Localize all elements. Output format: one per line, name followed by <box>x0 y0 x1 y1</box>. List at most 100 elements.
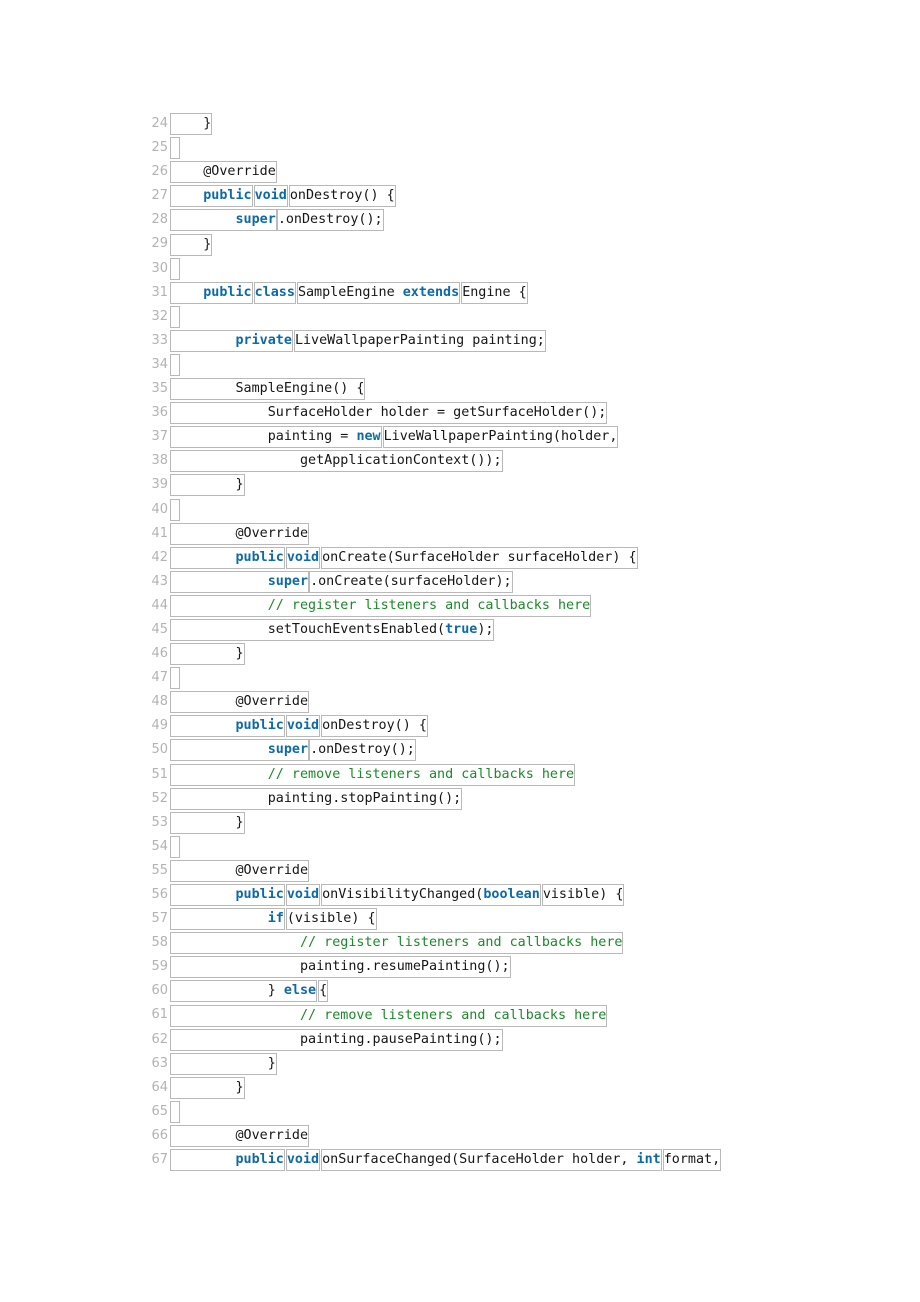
code-line: 25 <box>140 136 880 160</box>
document-page: 24 } 25 26 @Override 27 public void onDestro… <box>0 0 920 1302</box>
line-tokens: @Override <box>170 691 310 714</box>
code-token-text: onDestroy() { <box>289 188 395 204</box>
code-token-text: (visible) { <box>286 911 376 927</box>
line-tokens: setTouchEventsEnabled(true); <box>170 619 495 642</box>
code-token-box: // register listeners and callbacks here <box>170 594 592 617</box>
line-tokens: public void onCreate(SurfaceHolder surface… <box>170 546 638 569</box>
code-token-text: @Override <box>171 525 309 541</box>
code-token-box: setTouchEventsEnabled(true); <box>170 619 495 642</box>
line-number: 45 <box>151 621 168 637</box>
line-number: 38 <box>151 453 168 469</box>
code-token-box: void <box>285 546 321 569</box>
code-line: 49 public void onDestroy() { <box>140 714 880 738</box>
code-token-box: (visible) { <box>285 908 377 931</box>
code-line: 44 // register listeners and callbacks h… <box>140 594 880 618</box>
line-tokens: if (visible) { <box>170 908 377 931</box>
code-token-text: super <box>171 212 276 228</box>
line-tokens: @Override <box>170 1124 310 1147</box>
code-token-box: onCreate(SurfaceHolder surfaceHolder) { <box>321 546 638 569</box>
line-tokens: // register listeners and callbacks here <box>170 594 592 617</box>
code-line: 29 } <box>140 232 880 256</box>
code-token-text: } <box>171 983 284 999</box>
line-number: 24 <box>151 116 168 131</box>
code-line: 48 @Override <box>140 690 880 714</box>
code-line: 30 <box>140 257 880 281</box>
code-token-box: } else <box>170 980 318 1003</box>
line-number: 30 <box>151 260 168 276</box>
line-tokens <box>170 353 181 376</box>
code-token-text: .onDestroy(); <box>277 212 383 228</box>
code-token-box <box>170 835 181 858</box>
code-token-text: void <box>254 188 287 204</box>
line-tokens <box>170 835 181 858</box>
code-line: 41 @Override <box>140 522 880 546</box>
line-number: 55 <box>151 862 168 878</box>
line-tokens <box>170 1100 181 1123</box>
code-token-text: // register listeners and callbacks here <box>171 597 591 613</box>
code-line: 60 } else{ <box>140 979 880 1003</box>
code-token-box: @Override <box>170 1124 310 1147</box>
code-token-box: public <box>170 884 285 907</box>
code-line: 38 getApplicationContext()); <box>140 449 880 473</box>
code-line: 51 // remove listeners and callbacks her… <box>140 763 880 787</box>
code-token-box: painting.pausePainting(); <box>170 1028 503 1051</box>
line-number: 63 <box>151 1055 168 1071</box>
code-token-text: format, <box>663 1152 721 1168</box>
code-token-box: SampleEngine extends <box>296 281 461 304</box>
line-number: 37 <box>151 429 168 445</box>
code-token-box: @Override <box>170 522 310 545</box>
code-token-keyword: true <box>445 622 478 638</box>
code-token-text: super <box>171 573 309 589</box>
code-token-box: onDestroy() { <box>288 185 396 208</box>
line-tokens <box>170 498 181 521</box>
code-token-box: onSurfaceChanged(SurfaceHolder holder, i… <box>321 1149 662 1172</box>
line-number: 27 <box>151 188 168 204</box>
code-token-text: } <box>171 1079 244 1095</box>
code-token-text: { <box>319 983 328 999</box>
line-tokens: public void onDestroy() { <box>170 185 396 208</box>
code-token-text: } <box>171 1055 276 1071</box>
code-token-box: public <box>170 281 253 304</box>
code-token-box <box>170 1100 181 1123</box>
line-tokens: super .onDestroy(); <box>170 209 384 232</box>
code-token-box: Engine { <box>461 281 528 304</box>
code-token-text: class <box>254 284 295 300</box>
code-token-tail: ); <box>477 622 494 638</box>
code-token-keyword: new <box>356 429 381 445</box>
code-token-text: .onCreate(surfaceHolder); <box>310 573 512 589</box>
code-line: 66 @Override <box>140 1124 880 1148</box>
line-tokens: @Override <box>170 859 310 882</box>
code-token-text: public <box>171 718 284 734</box>
line-tokens: painting.resumePainting(); <box>170 956 511 979</box>
line-number: 42 <box>151 549 168 565</box>
code-token-box: .onDestroy(); <box>276 209 384 232</box>
code-token-box: } <box>170 474 245 497</box>
line-tokens: public void onSurfaceChanged(SurfaceHolder… <box>170 1149 722 1172</box>
code-token-box: // register listeners and callbacks here <box>170 932 624 955</box>
code-line: 62 painting.pausePainting(); <box>140 1028 880 1052</box>
code-line: 36 SurfaceHolder holder = getSurfaceHold… <box>140 401 880 425</box>
code-line: 39 } <box>140 473 880 497</box>
code-token-text: painting = <box>171 429 357 445</box>
line-tokens: } <box>170 1052 277 1075</box>
code-line: 45 setTouchEventsEnabled(true); <box>140 618 880 642</box>
code-token-box: void <box>285 1149 321 1172</box>
code-token-text: void <box>286 549 320 565</box>
code-token-text: LiveWallpaperPainting painting; <box>294 332 545 348</box>
line-number: 29 <box>151 236 168 252</box>
code-token-keyword: extends <box>402 284 460 300</box>
code-token-text: @Override <box>171 1127 309 1143</box>
code-line: 34 <box>140 353 880 377</box>
line-number: 60 <box>151 983 168 999</box>
code-token-box: LiveWallpaperPainting(holder, <box>382 426 619 449</box>
code-token-keyword: int <box>636 1152 661 1168</box>
line-number: 40 <box>151 501 168 517</box>
code-token-text: void <box>286 887 320 903</box>
line-number: 28 <box>151 212 168 228</box>
code-line: 47 <box>140 666 880 690</box>
